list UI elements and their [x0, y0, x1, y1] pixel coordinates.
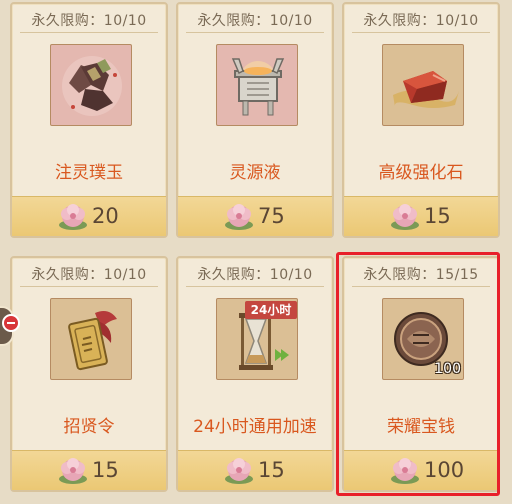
- price-button[interactable]: 75: [178, 196, 332, 236]
- divider: [352, 32, 490, 33]
- peony-currency-icon: [391, 204, 419, 230]
- item-name: 灵源液: [229, 163, 281, 183]
- purchase-limit: 永久限购：10/10: [31, 267, 147, 283]
- purchase-limit: 永久限购：10/10: [197, 13, 313, 29]
- purchase-limit: 永久限购：10/10: [31, 13, 147, 29]
- purchase-limit: 永久限购：15/15: [363, 267, 479, 283]
- price-button[interactable]: 15: [178, 450, 332, 490]
- item-name: 24小时通用加速: [193, 417, 317, 437]
- item-price: 15: [424, 204, 451, 228]
- divider: [186, 32, 324, 33]
- token-plaque-icon: [68, 311, 117, 371]
- item-price: 15: [92, 458, 119, 482]
- item-price: 15: [258, 458, 285, 482]
- item-icon-frame: [382, 44, 464, 126]
- shop-item-card[interactable]: 永久限购：10/10 注灵璞玉 20: [10, 2, 168, 238]
- peony-currency-icon: [59, 204, 87, 230]
- item-price: 20: [92, 204, 119, 228]
- divider: [352, 286, 490, 287]
- item-icon-frame: 24小时: [216, 298, 298, 380]
- cauldron-icon: [231, 58, 285, 116]
- price-button[interactable]: 15: [12, 450, 166, 490]
- item-icon-frame: 100: [382, 298, 464, 380]
- shop-grid: 永久限购：10/10 注灵璞玉 20 永久限购：10/10 灵源液 75 永久限…: [0, 0, 512, 504]
- item-icon-frame: [216, 44, 298, 126]
- item-name: 高级强化石: [378, 163, 464, 183]
- shop-item-card[interactable]: 永久限购：10/10 招贤令 15: [10, 256, 168, 492]
- shop-item-card[interactable]: 永久限购：10/10 高级强化石 15: [342, 2, 500, 238]
- purchase-limit: 永久限购：10/10: [197, 267, 313, 283]
- shop-item-card[interactable]: 永久限购：10/10 24小时 24小时通用加速 15: [176, 256, 334, 492]
- shop-item-card[interactable]: 永久限购：10/10 灵源液 75: [176, 2, 334, 238]
- item-name: 招贤令: [63, 417, 115, 437]
- peony-currency-icon: [225, 458, 253, 484]
- item-name: 荣耀宝钱: [387, 417, 455, 437]
- price-button[interactable]: 15: [344, 196, 498, 236]
- price-button[interactable]: 20: [12, 196, 166, 236]
- minus-badge-icon[interactable]: [2, 314, 20, 332]
- enhance-stone-icon: [393, 71, 459, 108]
- item-price: 75: [258, 204, 285, 228]
- price-button[interactable]: 100: [344, 450, 498, 490]
- peony-currency-icon: [391, 458, 419, 484]
- item-name: 注灵璞玉: [55, 163, 123, 183]
- shop-item-card[interactable]: 永久限购：15/15 100 荣耀宝钱 100: [342, 256, 500, 492]
- item-price: 100: [424, 458, 465, 482]
- divider: [20, 286, 158, 287]
- divider: [186, 286, 324, 287]
- purchase-limit: 永久限购：10/10: [363, 13, 479, 29]
- jade-ore-icon: [62, 56, 122, 116]
- item-icon-frame: [50, 44, 132, 126]
- item-icon-frame: [50, 298, 132, 380]
- item-quantity: 100: [434, 361, 461, 377]
- duration-badge: 24小时: [245, 301, 297, 319]
- divider: [20, 32, 158, 33]
- peony-currency-icon: [225, 204, 253, 230]
- peony-currency-icon: [59, 458, 87, 484]
